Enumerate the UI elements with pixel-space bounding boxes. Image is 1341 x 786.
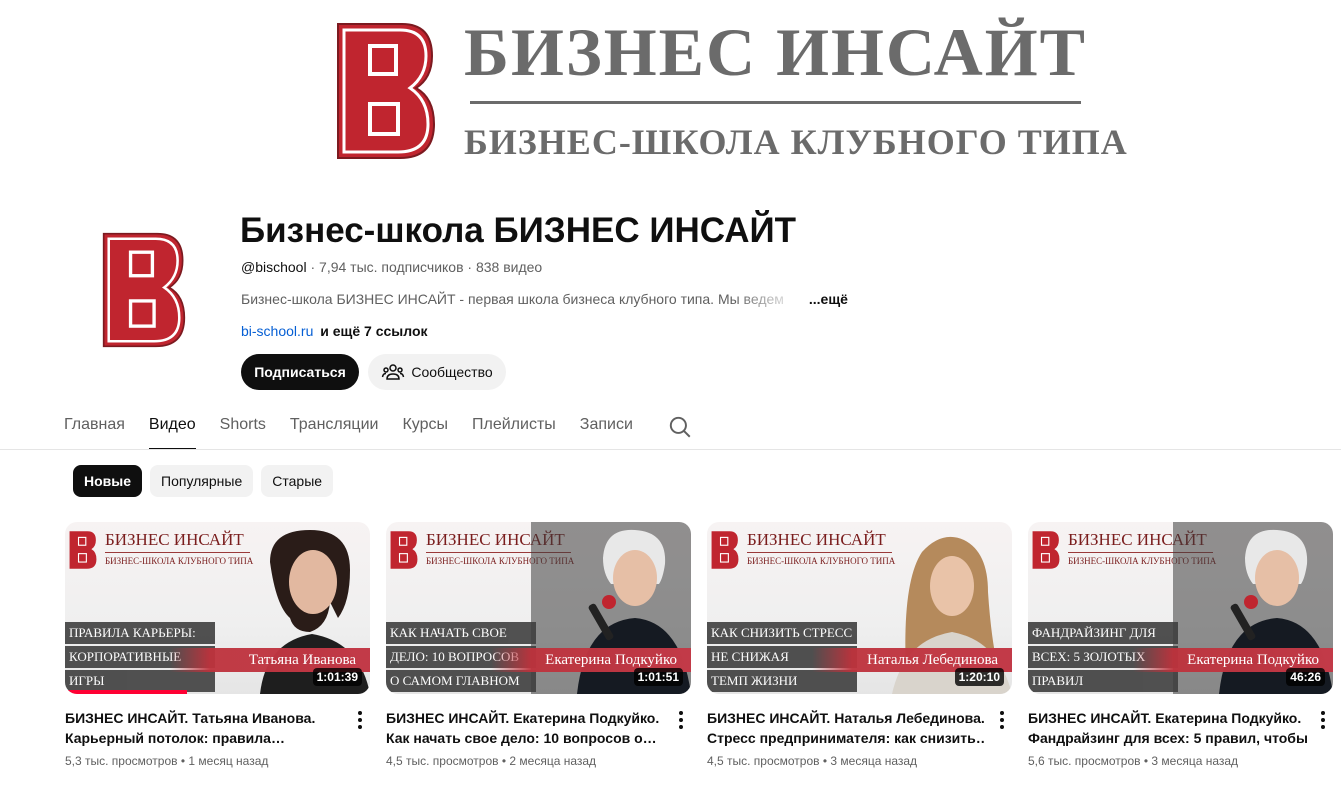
tab-playlists[interactable]: Плейлисты [472, 404, 556, 450]
description-text: Бизнес-школа БИЗНЕС ИНСАЙТ - первая школ… [241, 291, 784, 307]
video-duration: 1:01:51 [633, 668, 683, 686]
channel-website-link[interactable]: bi-school.ru [241, 323, 313, 339]
people-icon [382, 364, 405, 380]
video-title-line: Стресс предпринимателя: как снизить… [707, 730, 986, 746]
video-meta: 4,5 тыс. просмотров • 3 месяца назад [707, 754, 918, 768]
brand-b-logo-icon [711, 531, 739, 569]
video-title[interactable]: БИЗНЕС ИНСАЙТ. Татьяна Иванова. Карьерны… [65, 708, 344, 748]
more-vert-icon[interactable] [1315, 708, 1331, 732]
tab-live[interactable]: Трансляции [290, 404, 379, 450]
chip-popular[interactable]: Популярные [150, 465, 254, 497]
view-count: 4,5 тыс. просмотров [386, 754, 499, 768]
video-meta: 4,5 тыс. просмотров • 2 месяца назад [386, 754, 597, 768]
thumbnail-caption-line: ПРАВИЛ [1028, 670, 1178, 692]
video-info: БИЗНЕС ИНСАЙТ. Екатерина Подкуйко. Фандр… [1028, 708, 1333, 768]
video-duration: 1:20:10 [954, 668, 1004, 686]
brand-b-logo-icon [390, 531, 418, 569]
video-info: БИЗНЕС ИНСАЙТ. Екатерина Подкуйко. Как н… [386, 708, 691, 768]
video-title-line: БИЗНЕС ИНСАЙТ. Екатерина Подкуйко. [386, 710, 660, 726]
tab-posts[interactable]: Записи [580, 404, 633, 450]
meta-separator: · [467, 259, 473, 275]
watch-progress-bar [65, 690, 187, 694]
channel-banner: БИЗНЕС ИНСАЙТ БИЗНЕС-ШКОЛА КЛУБНОГО ТИПА [0, 0, 1341, 180]
channel-name: Бизнес-школа БИЗНЕС ИНСАЙТ [240, 211, 797, 250]
brand-b-logo-icon [1032, 531, 1060, 569]
channel-tabs: Главная Видео Shorts Трансляции Курсы Пл… [64, 404, 693, 450]
video-thumbnail[interactable]: БИЗНЕС ИНСАЙТ БИЗНЕС-ШКОЛА КЛУБНОГО ТИПА… [1028, 522, 1333, 694]
video-title-line: БИЗНЕС ИНСАЙТ. Наталья Лебединова. [707, 710, 985, 726]
channel-avatar[interactable] [64, 210, 224, 370]
tabs-divider [0, 449, 1341, 450]
video-title-line: Карьерный потолок: правила… [65, 730, 285, 746]
sort-chips: Новые Популярные Старые [73, 465, 334, 497]
brand-b-logo-icon [69, 531, 97, 569]
upload-age: 2 месяца назад [509, 754, 597, 768]
channel-meta: @bischool · 7,94 тыс. подписчиков · 838 … [241, 259, 542, 275]
more-vert-icon[interactable] [673, 708, 689, 732]
video-card[interactable]: БИЗНЕС ИНСАЙТ БИЗНЕС-ШКОЛА КЛУБНОГО ТИПА… [386, 522, 691, 768]
more-vert-icon[interactable] [352, 708, 368, 732]
video-title-line: Как начать свое дело: 10 вопросов о… [386, 730, 657, 746]
video-card[interactable]: БИЗНЕС ИНСАЙТ БИЗНЕС-ШКОЛА КЛУБНОГО ТИПА… [65, 522, 370, 768]
channel-description[interactable]: Бизнес-школа БИЗНЕС ИНСАЙТ - первая школ… [241, 291, 848, 307]
video-thumbnail[interactable]: БИЗНЕС ИНСАЙТ БИЗНЕС-ШКОЛА КЛУБНОГО ТИПА… [707, 522, 1012, 694]
video-title-line: БИЗНЕС ИНСАЙТ. Татьяна Иванова. [65, 710, 316, 726]
thumbnail-caption-line: КАК НАЧАТЬ СВОЕ [386, 622, 536, 644]
video-count: 838 видео [475, 259, 543, 275]
video-duration: 46:26 [1286, 668, 1325, 686]
view-count: 5,6 тыс. просмотров [1028, 754, 1141, 768]
video-thumbnail[interactable]: БИЗНЕС ИНСАЙТ БИЗНЕС-ШКОЛА КЛУБНОГО ТИПА… [386, 522, 691, 694]
video-card[interactable]: БИЗНЕС ИНСАЙТ БИЗНЕС-ШКОЛА КЛУБНОГО ТИПА… [1028, 522, 1333, 768]
video-info: БИЗНЕС ИНСАЙТ. Наталья Лебединова. Стрес… [707, 708, 1012, 768]
video-title[interactable]: БИЗНЕС ИНСАЙТ. Екатерина Подкуйко. Фандр… [1028, 708, 1307, 748]
banner-subtitle: БИЗНЕС-ШКОЛА КЛУБНОГО ТИПА [464, 122, 1128, 162]
banner-title: БИЗНЕС ИНСАЙТ [464, 14, 1087, 90]
chip-newest[interactable]: Новые [73, 465, 143, 497]
thumbnail-caption-line: ФАНДРАЙЗИНГ ДЛЯ [1028, 622, 1178, 644]
community-label: Сообщество [411, 364, 493, 380]
community-button[interactable]: Сообщество [368, 354, 506, 390]
video-card[interactable]: БИЗНЕС ИНСАЙТ БИЗНЕС-ШКОЛА КЛУБНОГО ТИПА… [707, 522, 1012, 768]
thumbnail-caption-line: О САМОМ ГЛАВНОМ [386, 670, 536, 692]
view-count: 4,5 тыс. просмотров [707, 754, 820, 768]
upload-age: 1 месяц назад [188, 754, 269, 768]
video-info: БИЗНЕС ИНСАЙТ. Татьяна Иванова. Карьерны… [65, 708, 370, 768]
subscriber-count: 7,94 тыс. подписчиков [319, 259, 464, 275]
search-icon[interactable] [667, 414, 693, 440]
video-title-line: БИЗНЕС ИНСАЙТ. Екатерина Подкуйко. [1028, 710, 1302, 726]
video-thumbnail[interactable]: БИЗНЕС ИНСАЙТ БИЗНЕС-ШКОЛА КЛУБНОГО ТИПА… [65, 522, 370, 694]
video-title[interactable]: БИЗНЕС ИНСАЙТ. Наталья Лебединова. Стрес… [707, 708, 986, 748]
thumbnail-caption-line: ТЕМП ЖИЗНИ [707, 670, 857, 692]
more-vert-icon[interactable] [994, 708, 1010, 732]
description-more-button[interactable]: ...ещё [809, 291, 848, 307]
more-links-button[interactable]: и ещё 7 ссылок [320, 323, 427, 339]
channel-handle: @bischool [241, 259, 307, 275]
view-count: 5,3 тыс. просмотров [65, 754, 178, 768]
upload-age: 3 месяца назад [1151, 754, 1239, 768]
video-meta: 5,6 тыс. просмотров • 3 месяца назад [1028, 754, 1239, 768]
video-title-line: Фандрайзинг для всех: 5 правил, чтобы… [1028, 730, 1307, 746]
video-meta: 5,3 тыс. просмотров • 1 месяц назад [65, 754, 269, 768]
banner-divider [470, 101, 1081, 104]
upload-age: 3 месяца назад [830, 754, 918, 768]
brand-b-logo-icon [102, 232, 186, 348]
meta-separator: · [310, 259, 316, 275]
thumbnail-caption-line: ПРАВИЛА КАРЬЕРЫ: [65, 622, 215, 644]
channel-links[interactable]: bi-school.ru и ещё 7 ссылок [241, 323, 428, 339]
tab-shorts[interactable]: Shorts [220, 404, 266, 450]
thumbnail-caption-line: КАК СНИЗИТЬ СТРЕСС [707, 622, 857, 644]
brand-b-logo-icon [337, 23, 436, 159]
chip-oldest[interactable]: Старые [261, 465, 334, 497]
subscribe-button[interactable]: Подписаться [241, 354, 359, 390]
video-duration: 1:01:39 [312, 668, 362, 686]
tab-videos[interactable]: Видео [148, 404, 196, 450]
video-title[interactable]: БИЗНЕС ИНСАЙТ. Екатерина Подкуйко. Как н… [386, 708, 665, 748]
thumbnail-caption-line: ИГРЫ [65, 670, 215, 692]
tab-courses[interactable]: Курсы [402, 404, 448, 450]
tab-home[interactable]: Главная [64, 404, 125, 450]
